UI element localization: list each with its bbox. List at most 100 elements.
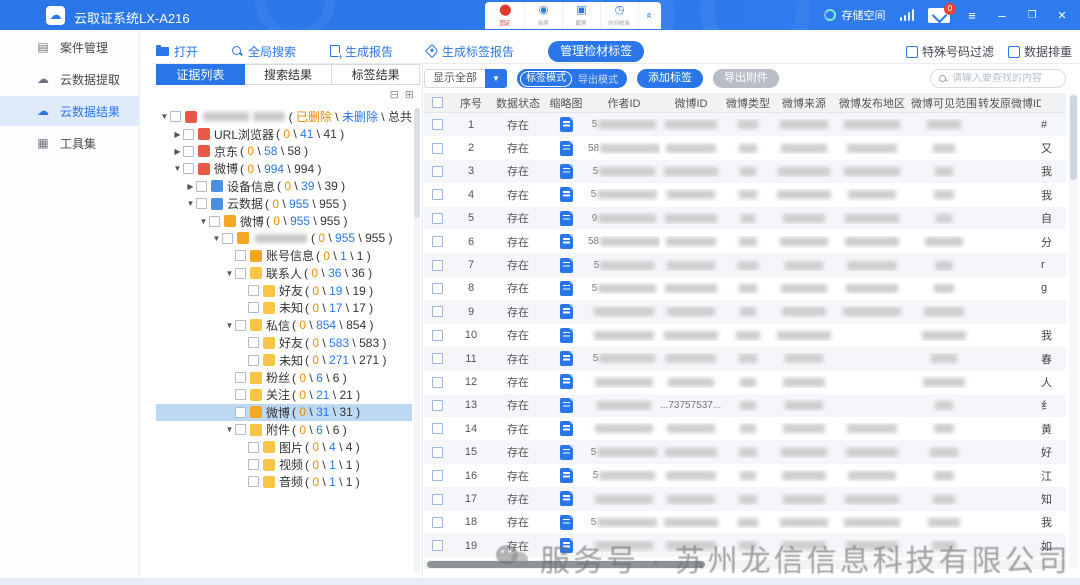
expander-open-icon[interactable]: ▼ — [185, 199, 196, 208]
row-checkbox[interactable] — [432, 119, 443, 130]
row-checkbox[interactable] — [432, 353, 443, 364]
table-row[interactable]: 17存在知 — [424, 487, 1066, 510]
row-checkbox[interactable] — [432, 400, 443, 411]
row-checkbox[interactable] — [432, 517, 443, 528]
tree-node-关注[interactable]: 关注( 0 \ 21 \ 21 ) — [156, 386, 412, 403]
search-input[interactable] — [952, 73, 1057, 84]
table-horizontal-scrollbar[interactable] — [424, 560, 1066, 569]
tree-node-微博[interactable]: 微博( 0 \ 31 \ 31 ) — [156, 404, 412, 421]
tree-checkbox[interactable] — [248, 355, 259, 366]
row-checkbox[interactable] — [432, 143, 443, 154]
row-checkbox[interactable] — [432, 494, 443, 505]
select-all-checkbox[interactable] — [432, 97, 443, 108]
expander-closed-icon[interactable]: ▶ — [185, 182, 196, 191]
document-thumbnail-icon[interactable] — [560, 421, 573, 436]
sidebar-item-1[interactable]: ▤案件管理 — [0, 32, 139, 62]
expander-open-icon[interactable]: ▼ — [198, 217, 209, 226]
maximize-button[interactable]: ❐ — [1024, 10, 1040, 21]
row-checkbox[interactable] — [432, 377, 443, 388]
tree-node-粉丝[interactable]: 粉丝( 0 \ 6 \ 6 ) — [156, 369, 412, 386]
pin-button[interactable]: ⬤固定 — [487, 2, 525, 29]
table-row[interactable]: 11存在5春 — [424, 347, 1066, 370]
table-row[interactable]: 10存在我 — [424, 324, 1066, 347]
tree-checkbox[interactable] — [196, 181, 207, 192]
document-thumbnail-icon[interactable] — [560, 491, 573, 506]
manage-evidence-tags-button[interactable]: 管理检材标签 — [548, 41, 644, 62]
tree-node-附件[interactable]: ▼附件( 0 \ 6 \ 6 ) — [156, 421, 412, 438]
tree-checkbox[interactable] — [183, 129, 194, 140]
export-attachment-button[interactable]: 导出附件 — [713, 69, 779, 88]
tree-node-未知[interactable]: 未知( 0 \ 271 \ 271 ) — [156, 351, 412, 368]
tree-node-联系人[interactable]: ▼联系人( 0 \ 36 \ 36 ) — [156, 265, 412, 282]
table-vertical-scrollbar[interactable] — [1069, 93, 1078, 569]
tree-checkbox[interactable] — [183, 146, 194, 157]
storage-space-button[interactable]: 存储空间 — [824, 7, 886, 23]
tree-scrollbar[interactable] — [414, 108, 420, 573]
tree-checkbox[interactable] — [248, 459, 259, 470]
document-thumbnail-icon[interactable] — [560, 374, 573, 389]
document-thumbnail-icon[interactable] — [560, 515, 573, 530]
document-thumbnail-icon[interactable] — [560, 468, 573, 483]
tree-node-微博[interactable]: ▼微博( 0 \ 955 \ 955 ) — [156, 212, 412, 229]
generate-tag-report-button[interactable]: 生成标签报告 — [427, 43, 514, 60]
expander-open-icon[interactable]: ▼ — [224, 269, 235, 278]
row-checkbox[interactable] — [432, 330, 443, 341]
document-thumbnail-icon[interactable] — [560, 234, 573, 249]
tree-collapse-all-icon[interactable]: ⊟ — [390, 88, 399, 101]
tree-checkbox[interactable] — [235, 372, 246, 383]
tree-node-微博[interactable]: ▼微博( 0 \ 994 \ 994 ) — [156, 160, 412, 177]
screenshot-button[interactable]: ▣截屏 — [563, 2, 601, 29]
document-thumbnail-icon[interactable] — [560, 141, 573, 156]
table-row[interactable]: 13存在...73757537...纟 — [424, 394, 1066, 417]
table-row[interactable]: 5存在9自 — [424, 207, 1066, 230]
tree-checkbox[interactable] — [235, 407, 246, 418]
row-checkbox[interactable] — [432, 306, 443, 317]
tree-node-私信[interactable]: ▼私信( 0 \ 854 \ 854 ) — [156, 317, 412, 334]
filter-特殊号码过滤[interactable]: 特殊号码过滤 — [906, 43, 994, 60]
tree-checkbox[interactable] — [196, 198, 207, 209]
tree-node[interactable]: ▼( 已删除 \ 未删除 \ 总共 — [156, 108, 412, 125]
table-row[interactable]: 19存在如 — [424, 534, 1066, 557]
sidebar-item-3[interactable]: ☁云数据结果 — [0, 96, 139, 126]
table-row[interactable]: 6存在58分 — [424, 230, 1066, 253]
row-checkbox[interactable] — [432, 447, 443, 458]
tree-node-京东[interactable]: ▶京东( 0 \ 58 \ 58 ) — [156, 143, 412, 160]
tab-2[interactable]: 搜索结果 — [245, 64, 333, 85]
row-checkbox[interactable] — [432, 236, 443, 247]
row-checkbox[interactable] — [432, 260, 443, 271]
tree-checkbox[interactable] — [248, 442, 259, 453]
tree-node-音频[interactable]: 音频( 0 \ 1 \ 1 ) — [156, 473, 412, 490]
row-checkbox[interactable] — [432, 540, 443, 551]
tree-checkbox[interactable] — [209, 216, 220, 227]
tree-node-未知[interactable]: 未知( 0 \ 17 \ 17 ) — [156, 299, 412, 316]
document-thumbnail-icon[interactable] — [560, 258, 573, 273]
table-row[interactable]: 9存在 — [424, 300, 1066, 323]
tree-node[interactable]: ▼( 0 \ 955 \ 955 ) — [156, 230, 412, 247]
table-row[interactable]: 1存在5# — [424, 113, 1066, 136]
menu-icon[interactable]: ≡ — [964, 8, 980, 23]
mail-notification-icon[interactable]: 0 — [928, 8, 950, 23]
tree-checkbox[interactable] — [235, 424, 246, 435]
table-row[interactable]: 12存在人 — [424, 370, 1066, 393]
expander-open-icon[interactable]: ▼ — [211, 234, 222, 243]
tree-checkbox[interactable] — [235, 389, 246, 400]
document-thumbnail-icon[interactable] — [560, 164, 573, 179]
row-checkbox[interactable] — [432, 213, 443, 224]
table-row[interactable]: 4存在5我 — [424, 183, 1066, 206]
row-checkbox[interactable] — [432, 423, 443, 434]
row-checkbox[interactable] — [432, 283, 443, 294]
tree-checkbox[interactable] — [170, 111, 181, 122]
expander-open-icon[interactable]: ▼ — [224, 425, 235, 434]
tree-checkbox[interactable] — [248, 302, 259, 313]
document-thumbnail-icon[interactable] — [560, 211, 573, 226]
tree-checkbox[interactable] — [235, 320, 246, 331]
show-all-dropdown[interactable]: 显示全部 ▼ — [424, 69, 507, 88]
tree-node-云数据[interactable]: ▼云数据( 0 \ 955 \ 955 ) — [156, 195, 412, 212]
global-search-button[interactable]: 全局搜索 — [232, 43, 296, 60]
table-row[interactable]: 18存在5我 — [424, 511, 1066, 534]
collapse-toolbar-icon[interactable]: « — [636, 6, 663, 26]
tree-node-好友[interactable]: 好友( 0 \ 583 \ 583 ) — [156, 334, 412, 351]
checkbox-icon[interactable] — [1008, 46, 1020, 58]
tab-3[interactable]: 标签结果 — [332, 64, 420, 85]
table-row[interactable]: 8存在5g — [424, 277, 1066, 300]
